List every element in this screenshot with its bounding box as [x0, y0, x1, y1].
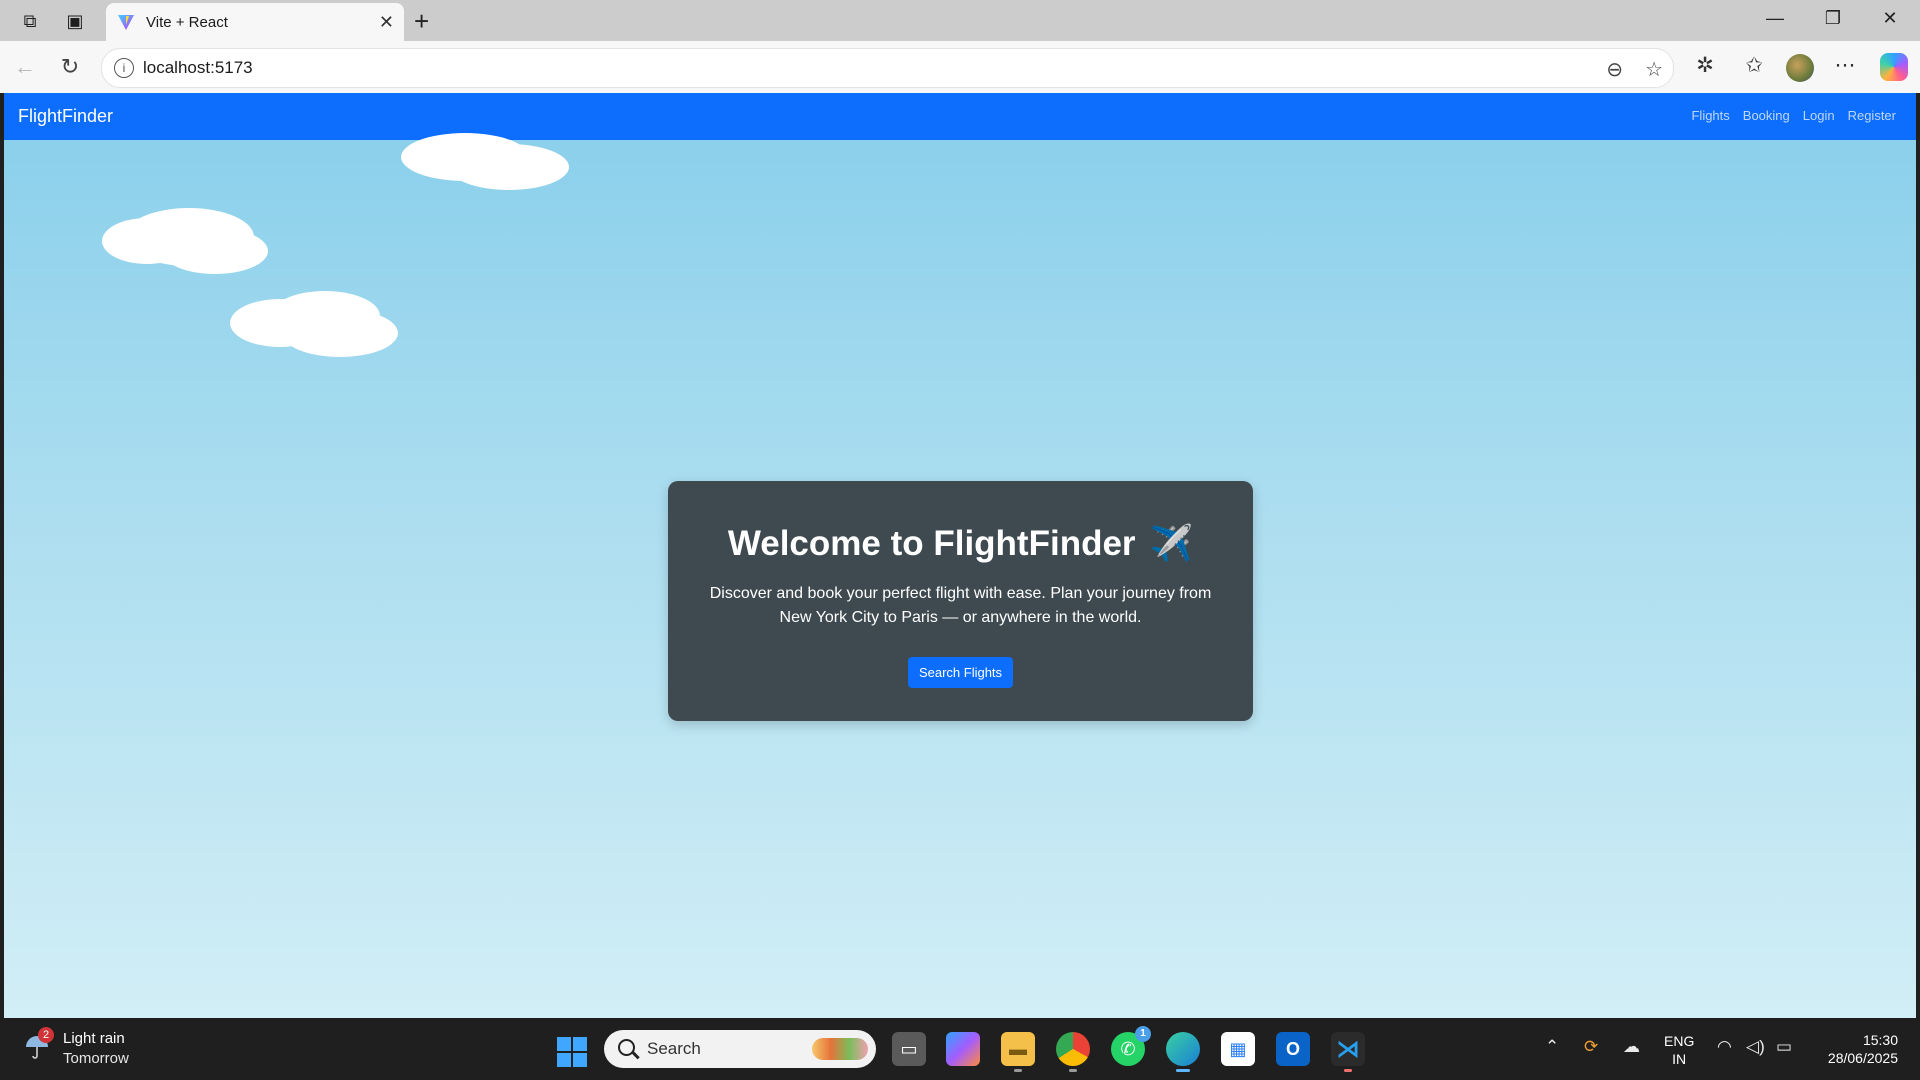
search-highlight-icon — [812, 1038, 868, 1060]
show-hidden-icons-chevron-icon[interactable]: ⌃ — [1545, 1037, 1559, 1057]
taskbar-search-box[interactable]: Search — [604, 1030, 876, 1068]
search-icon — [618, 1039, 635, 1056]
language-region: IN — [1672, 1051, 1687, 1067]
language-indicator[interactable]: ENG IN — [1664, 1032, 1694, 1068]
minimize-button[interactable]: — — [1755, 8, 1795, 29]
edge-icon[interactable] — [1166, 1032, 1200, 1072]
wifi-icon[interactable]: ◠ — [1717, 1037, 1732, 1057]
sync-icon[interactable]: ⟳ — [1584, 1037, 1598, 1057]
site-info-icon[interactable]: i — [114, 58, 134, 78]
copilot-app-icon[interactable] — [946, 1032, 980, 1066]
weather-day: Tomorrow — [63, 1050, 129, 1067]
weather-notification-badge: 2 — [38, 1027, 54, 1043]
navbar-brand[interactable]: FlightFinder — [18, 106, 113, 127]
favorites-icon[interactable]: ✩ — [1739, 53, 1769, 78]
reload-icon[interactable]: ↻ — [55, 53, 85, 81]
page-viewport: FlightFinder Flights Booking Login Regis… — [4, 93, 1916, 1018]
search-flights-button[interactable]: Search Flights — [907, 657, 1014, 688]
outlook-icon[interactable]: O — [1276, 1032, 1310, 1066]
site-navbar: FlightFinder Flights Booking Login Regis… — [4, 93, 1916, 140]
profile-avatar[interactable] — [1786, 54, 1814, 82]
close-window-button[interactable]: ✕ — [1870, 8, 1910, 29]
nav-link-booking[interactable]: Booking — [1743, 108, 1790, 123]
extensions-icon[interactable]: ✲ — [1690, 53, 1720, 78]
more-options-icon[interactable]: ⋯ — [1830, 53, 1860, 78]
nav-link-login[interactable]: Login — [1803, 108, 1835, 123]
taskbar-search-placeholder: Search — [647, 1039, 701, 1058]
system-clock[interactable]: 15:30 28/06/2025 — [1812, 1031, 1898, 1067]
nav-link-flights[interactable]: Flights — [1691, 108, 1729, 123]
vscode-icon[interactable]: ⋊ — [1331, 1032, 1365, 1072]
whatsapp-badge: 1 — [1135, 1026, 1151, 1042]
cloud — [102, 208, 272, 278]
favorite-star-icon[interactable]: ☆ — [1645, 57, 1663, 82]
nav-link-register[interactable]: Register — [1848, 108, 1896, 123]
chrome-icon[interactable] — [1056, 1032, 1090, 1072]
language-code: ENG — [1664, 1033, 1695, 1049]
restore-button[interactable]: ❐ — [1813, 8, 1853, 29]
vite-favicon-icon — [116, 12, 136, 32]
tab-close-icon[interactable]: ✕ — [379, 12, 394, 33]
windows-taskbar: 2 Light rain Tomorrow Search ▭ ▬ ✆ 1 ▦ O … — [0, 1018, 1920, 1080]
browser-tab-active[interactable]: Vite + React ✕ — [106, 3, 404, 41]
browser-toolbar: ← ↻ i localhost:5173 ⊖ ☆ ✲ ✩ ⋯ — [0, 41, 1920, 93]
welcome-card: Welcome to FlightFinder ✈️ Discover and … — [668, 481, 1253, 721]
battery-icon[interactable]: ▭ — [1776, 1037, 1792, 1057]
browser-tab-strip: ⧉ ▣ Vite + React ✕ + — ❐ ✕ — [0, 0, 1920, 41]
cloud — [401, 133, 571, 193]
onedrive-cloud-icon[interactable]: ☁ — [1623, 1037, 1640, 1057]
url-text[interactable]: localhost:5173 — [143, 58, 253, 78]
whatsapp-icon[interactable]: ✆ 1 — [1111, 1026, 1151, 1066]
clock-date: 28/06/2025 — [1827, 1050, 1898, 1066]
hero-title: Welcome to FlightFinder ✈️ — [668, 523, 1253, 564]
navbar-links: Flights Booking Login Register — [1691, 108, 1896, 123]
hero-title-text: Welcome to FlightFinder — [727, 523, 1136, 563]
back-arrow-icon[interactable]: ← — [10, 53, 40, 81]
hero-description: Discover and book your perfect flight wi… — [709, 585, 1212, 626]
zoom-out-icon[interactable]: ⊖ — [1606, 57, 1623, 82]
airplane-icon: ✈️ — [1149, 524, 1194, 563]
vertical-tabs-icon[interactable]: ▣ — [60, 7, 90, 35]
clock-time: 15:30 — [1862, 1032, 1898, 1048]
workspaces-icon[interactable]: ⧉ — [15, 7, 45, 35]
tab-title: Vite + React — [146, 13, 228, 31]
new-tab-button[interactable]: + — [414, 6, 429, 37]
windows-start-icon[interactable] — [557, 1037, 587, 1067]
file-explorer-icon[interactable]: ▬ — [1001, 1032, 1035, 1072]
weather-condition: Light rain — [63, 1030, 125, 1047]
microsoft-store-icon[interactable]: ▦ — [1221, 1032, 1255, 1066]
volume-icon[interactable]: ◁) — [1746, 1037, 1765, 1057]
address-bar[interactable]: i localhost:5173 ⊖ ☆ — [101, 48, 1674, 88]
copilot-icon[interactable] — [1880, 53, 1908, 81]
task-view-icon[interactable]: ▭ — [892, 1032, 926, 1066]
cloud — [230, 291, 400, 361]
